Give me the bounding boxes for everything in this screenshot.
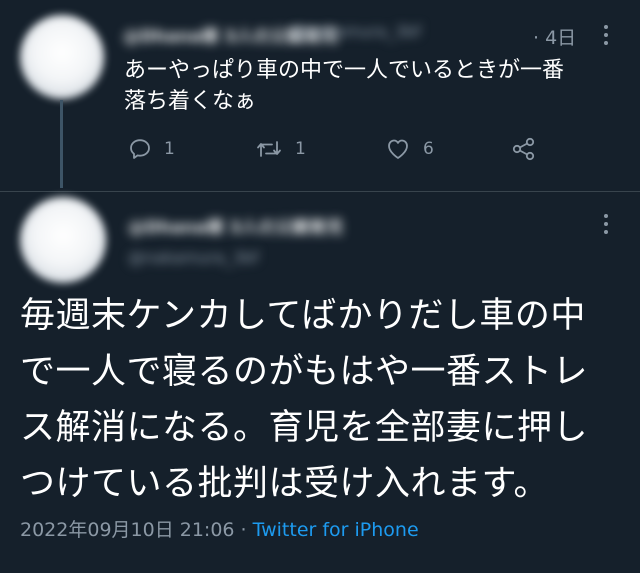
parent-tweet[interactable]: @Dhana様 3人の父親育児 @nakamura_3bf · 4日 あーやっぱ… — [0, 0, 640, 190]
like-icon — [388, 139, 408, 159]
like-count: 6 — [423, 139, 434, 159]
parent-handle[interactable]: @nakamura_3bf — [290, 22, 421, 41]
tweet-timestamp[interactable]: 2022年09月10日 21:06 — [20, 519, 235, 541]
source-link[interactable]: Twitter for iPhone — [253, 519, 419, 541]
share-button[interactable] — [511, 135, 537, 163]
main-display-name[interactable]: @Dhana様 3人の父親育児 — [128, 213, 343, 238]
reply-count: 1 — [164, 139, 175, 159]
tweet-metadata: 2022年09月10日 21:06 · Twitter for iPhone — [20, 515, 419, 542]
like-button[interactable]: 6 — [385, 135, 434, 163]
more-options-icon[interactable] — [599, 214, 613, 238]
main-handle[interactable]: @nakamura_3bf — [128, 248, 259, 267]
retweet-count: 1 — [295, 139, 306, 159]
share-icon — [512, 137, 535, 161]
meta-separator: · — [234, 519, 253, 541]
parent-avatar[interactable] — [20, 15, 104, 99]
retweet-icon — [257, 141, 281, 157]
retweet-button[interactable]: 1 — [255, 135, 306, 163]
tweet-divider — [0, 191, 640, 192]
more-options-icon[interactable] — [599, 25, 613, 49]
parent-tweet-text: あーやっぱり車の中で一人でいるときが一番 落ち着くなぁ — [124, 58, 565, 114]
thread-connector-line — [60, 100, 63, 188]
reply-button[interactable]: 1 — [128, 135, 175, 163]
main-tweet-text: 毎週末ケンカしてばかりだし車の中 で一人で寝るのがもはや一番ストレ ス解消になる… — [20, 296, 589, 504]
reply-icon — [130, 139, 150, 159]
parent-timestamp[interactable]: · 4日 — [533, 23, 576, 50]
main-avatar[interactable] — [20, 197, 106, 283]
